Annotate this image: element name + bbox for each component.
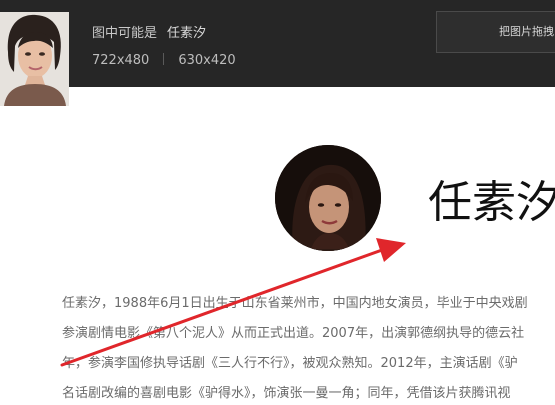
recognition-result: 图中可能是 任素汐 — [92, 22, 206, 41]
result-person-link[interactable]: 任素汐 — [167, 26, 206, 41]
bio-line: 年，参演李国修执导话剧《三人行不行》，被观众熟知。2012年，主演话剧《驴 — [62, 356, 518, 371]
bio-line: 参演剧情电影《第八个泥人》从而正式出道。2007年，出演郭德纲执导的德云社 — [62, 326, 525, 341]
avatar-image — [275, 145, 381, 251]
person-name-heading: 任素汐 — [428, 177, 555, 228]
size-option-original[interactable]: 722x480 — [92, 53, 149, 68]
person-biography: 任素汐，1988年6月1日出生于山东省莱州市，中国内地女演员，毕业于中央戏剧 参… — [62, 289, 555, 405]
image-size-options: 722x480 630x420 — [92, 53, 236, 68]
result-prefix-label: 图中可能是 — [92, 26, 158, 41]
person-avatar — [275, 145, 381, 251]
size-option-alt[interactable]: 630x420 — [178, 53, 235, 68]
size-separator — [163, 53, 165, 65]
bio-line: 名话剧改编的喜剧电影《驴得水》，饰演张一曼一角；同年，凭借该片获腾讯视 — [62, 386, 511, 401]
bio-line: 任素汐，1988年6月1日出生于山东省莱州市，中国内地女演员，毕业于中央戏剧 — [62, 296, 528, 311]
portrait-thumbnail-image — [0, 12, 69, 106]
drag-image-button[interactable]: 把图片拖拽 — [436, 11, 555, 53]
query-image-thumbnail[interactable] — [0, 12, 69, 106]
search-result-header: 图中可能是 任素汐 722x480 630x420 把图片拖拽 — [0, 0, 555, 106]
